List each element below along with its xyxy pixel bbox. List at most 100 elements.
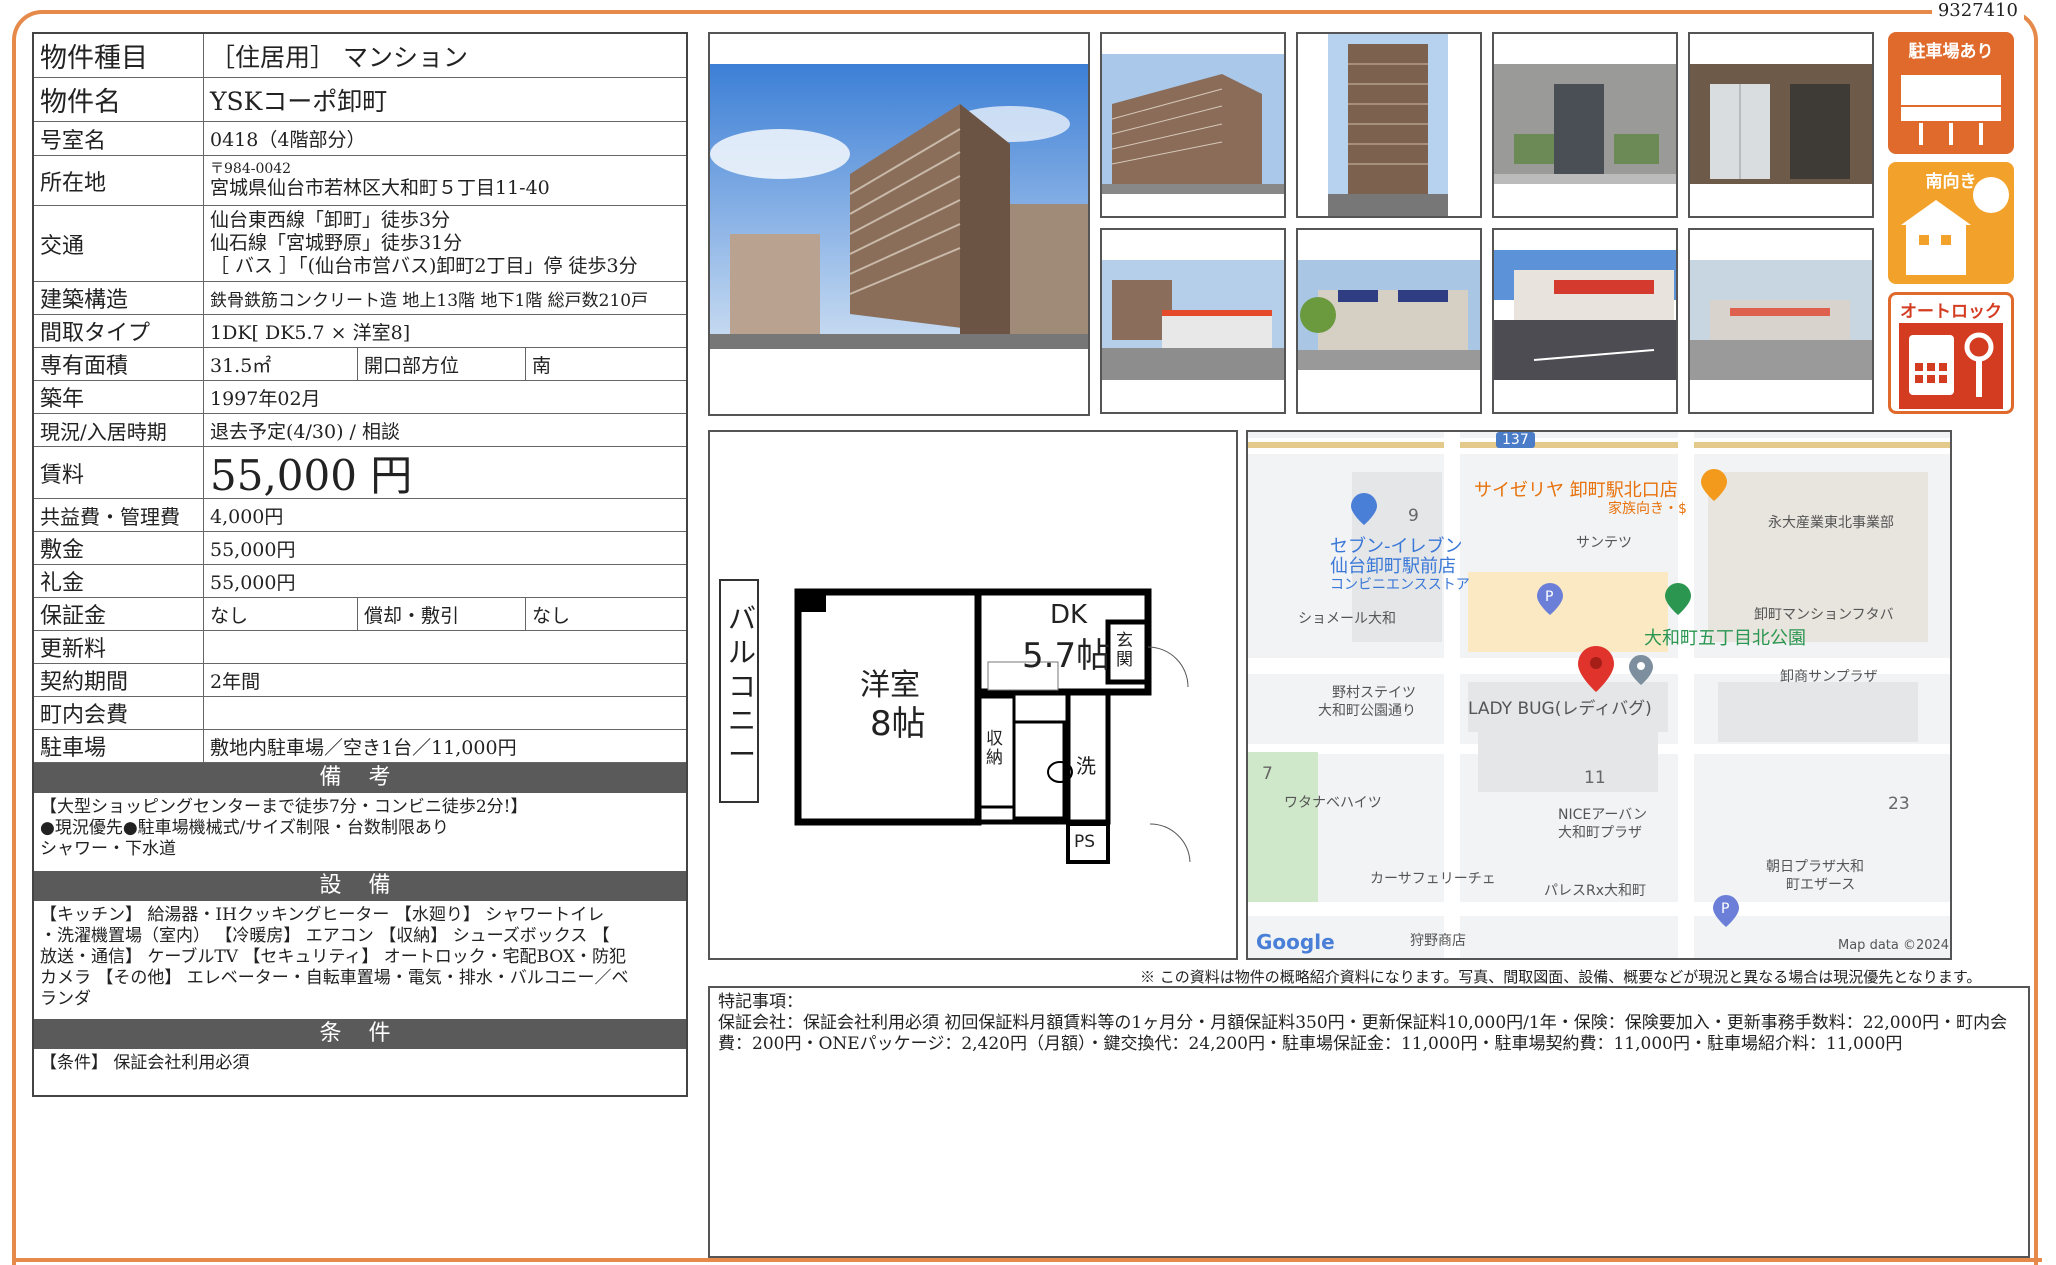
property-info-table: 物件種目 ［住居用］ マンション 物件名 YSKコーポ卸町 号室名 0418（4階部分… [32,32,688,1097]
western-room-size: 8帖 [870,704,926,744]
map-label-shomeru[interactable]: ショメール大和 [1298,608,1396,628]
notes-title: 特記事項： [718,992,803,1012]
map-label-car[interactable]: カーサフェリーチェ [1370,868,1496,888]
badge-parking: 駐車場あり [1888,32,2014,154]
disclaimer: ※ この資料は物件の概略紹介資料になります。写真、間取図面、設備、概要などが現況… [1140,968,1982,986]
floorplan: バルコニー 洋室 8帖 DK 5.7帖 玄関 収納 洗 PS [708,430,1238,960]
badge-south-facing: 南向き [1888,162,2014,284]
renewal-value [204,631,686,663]
transport-line: 仙石線「宮城野原」徒歩31分 [210,232,463,254]
svg-text:P: P [1545,589,1553,605]
direction-value: 南 [532,354,552,377]
guarantee-label: 保証金 [34,598,204,630]
map-label-ladybug[interactable]: LADY BUG(レディバグ) [1468,694,1652,719]
map-data-credit: Map data ©2024 [1838,938,1950,953]
badge-parking-label: 駐車場あり [1908,42,1994,62]
name-value: YSKコーポ卸町 [210,86,388,116]
structure-value: 鉄骨鉄筋コンクリート造 地上13階 地下1階 総戸数210戸 [210,290,649,311]
map-label-santetsu[interactable]: サンテツ [1576,532,1632,552]
badge-south-label: 南向き [1925,172,1977,192]
map-label-palace[interactable]: パレスRx大和町 [1544,880,1646,900]
map-label-asahi[interactable]: 朝日プラザ大和 [1766,856,1864,876]
status-label: 現況/入居時期 [34,414,204,446]
amort-label: 償却・敷引 [358,598,526,630]
key-money-value: 55,000円 [210,571,296,594]
type-value: ［住居用］ マンション [210,42,468,72]
key-money-label: 礼金 [34,565,204,597]
place-pin-icon[interactable] [1628,654,1654,686]
location-pin-icon[interactable] [1576,644,1616,694]
transport-cell: 仙台東西線「卸町」徒歩3分 仙石線「宮城野原」徒歩31分 ［ バス ］「(仙台市… [204,206,686,281]
thumbnail-building-1 [1100,32,1286,218]
map-block-number: 9 [1408,506,1419,526]
layout-value: 1DK[ DK5.7 × 洋室8] [210,321,411,344]
remarks-header: 備 考 [34,763,686,793]
contract-label: 契約期間 [34,664,204,696]
document-id: 9327410 [1931,0,2024,21]
main-building-photo [708,32,1090,416]
map-label-eidai[interactable]: 永大産業東北事業部 [1768,512,1894,532]
map-label-oroshi-sunplaza[interactable]: 卸商サンプラザ [1780,666,1878,686]
transport-line: ［ バス ］「(仙台市営バス)卸町2丁目」停 徒歩3分 [210,255,638,277]
map-block-number: 11 [1584,768,1606,788]
map-label-saizeriya-sub: 家族向き・$ [1608,501,1687,517]
parking-value: 敷地内駐車場／空き1台／11,000円 [210,736,517,759]
map-block-number: 23 [1888,794,1910,814]
contract-value: 2年間 [210,670,261,693]
structure-label: 建築構造 [34,282,204,314]
map-label-seven-sub: コンビニエンスストア [1330,577,1470,593]
renewal-label: 更新料 [34,631,204,663]
equipment-header: 設 備 [34,871,686,901]
store-pin-icon[interactable] [1350,492,1378,526]
entrance-label: 玄関 [1116,631,1133,670]
area-value: 31.5㎡ [204,348,358,380]
storage-label: 収納 [986,729,1003,768]
notes-text: 保証会社：保証会社利用必須 初回保証料月額賃料等の1ヶ月分・月額保証料350円・… [718,1013,2008,1054]
wash-label: 洗 [1076,754,1096,778]
amort-value: なし [532,604,571,627]
map-label-nomura2: 大和町公園通り [1318,703,1416,719]
deposit-label: 敷金 [34,532,204,564]
thumbnail-seiyu [1296,228,1482,414]
direction-label: 開口部方位 [358,348,526,380]
svg-text:P: P [1721,901,1729,917]
town-fee-value [204,697,686,729]
layout-label: 間取タイプ [34,315,204,347]
fee-value: 4,000円 [210,505,284,528]
map-label-watanabe[interactable]: ワタナベハイツ [1284,792,1382,812]
restaurant-pin-icon[interactable] [1700,468,1728,502]
area-direction-cell: 31.5㎡ 開口部方位 南 [204,348,686,380]
route-shield: 137 [1496,432,1535,448]
map-label-nomura[interactable]: 野村ステイツ [1332,682,1416,702]
map-label-park[interactable]: 大和町五丁目北公園 [1644,624,1806,650]
remarks-text: 【大型ショッピングセンターまで徒歩7分・コンビニ徒歩2分!】 ●現況優先●駐車場… [40,797,528,859]
transport-line: 仙台東西線「卸町」徒歩3分 [210,209,451,231]
special-notes: 特記事項： 保証会社：保証会社利用必須 初回保証料月額賃料等の1ヶ月分・月額保証… [708,986,2030,1258]
guarantee-cell: なし 償却・敷引 なし [204,598,686,630]
equipment-text: 【キッチン】 給湯器・IHクッキングヒーター 【水廻り】 シャワートイレ ・洗濯… [40,905,629,1009]
map-label-nice[interactable]: NICEアーバン [1558,804,1647,824]
town-fee-label: 町内会費 [34,697,204,729]
parking-pin-icon[interactable]: P [1536,582,1564,616]
guarantee-value: なし [204,598,358,630]
thumbnail-building-2 [1296,32,1482,218]
parking-label: 駐車場 [34,730,204,762]
balcony-label: バルコニー [728,602,757,771]
badge-autolock-label: オートロック [1900,302,2002,322]
name-label: 物件名 [34,78,204,121]
deposit-value: 55,000円 [210,538,296,561]
parking-pin-icon[interactable]: P [1712,894,1740,928]
location-map[interactable]: 137 サイゼリヤ 卸町駅北口店 家族向き・$ セブン-イレブン 仙台卸町駅前店… [1246,430,1952,960]
map-label-oroshi-mansion[interactable]: 卸町マンションフタバ [1754,604,1894,624]
park-pin-icon[interactable] [1664,582,1692,616]
address-label: 所在地 [34,156,204,205]
address-cell: 〒984-0042 宮城県仙台市若林区大和町５丁目11-40 [204,156,686,205]
type-label: 物件種目 [34,34,204,77]
room-value: 0418（4階部分） [210,129,366,151]
map-label-kariya[interactable]: 狩野商店 [1410,930,1466,950]
badge-autolock: オートロック [1888,292,2014,414]
thumbnail-entrance [1492,32,1678,218]
map-block-number: 7 [1262,764,1273,784]
transport-label: 交通 [34,206,204,281]
conditions-header: 条 件 [34,1019,686,1049]
